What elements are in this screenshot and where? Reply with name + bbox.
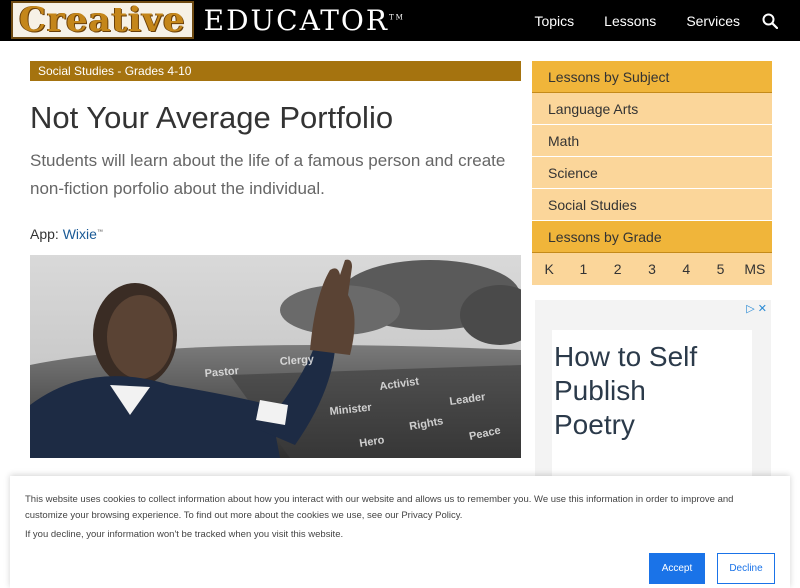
app-label: App:: [30, 226, 59, 242]
sidebar: Lessons by Subject Language Arts Math Sc…: [532, 61, 772, 285]
app-trademark: ™: [96, 229, 103, 236]
hero-photo: ActivistLeaderMinisterRightsPastorClergy…: [30, 255, 521, 458]
cookie-banner: This website uses cookies to collect inf…: [10, 476, 790, 588]
site-logo[interactable]: Creative EDUCATORTM: [11, 0, 405, 40]
grade-links: K 1 2 3 4 5 MS: [532, 253, 772, 285]
advertisement[interactable]: ▷ ✕ How to Self Publish Poetry: [535, 300, 771, 490]
logo-creative-text: Creative: [11, 1, 194, 39]
hero-image: Activist Leader Minister Rights Pastor Clergy…: [30, 255, 521, 458]
search-icon[interactable]: [762, 13, 778, 29]
app-line: App: Wixie™: [30, 226, 103, 242]
subject-social-studies[interactable]: Social Studies: [532, 189, 772, 221]
ad-choices-icon[interactable]: ▷ ✕: [746, 302, 767, 315]
subject-language-arts[interactable]: Language Arts: [532, 93, 772, 125]
logo-educator-text: EDUCATORTM: [204, 4, 405, 37]
cookie-message: This website uses cookies to collect inf…: [25, 494, 734, 521]
hero-word: Clergy: [279, 354, 315, 368]
grade-3[interactable]: 3: [635, 253, 669, 285]
logo-educator-word: EDUCATOR: [203, 3, 389, 37]
nav-services[interactable]: Services: [686, 13, 740, 29]
site-header: Creative EDUCATORTM Topics Lessons Servi…: [0, 0, 800, 41]
app-link-wixie[interactable]: Wixie: [63, 226, 97, 242]
grade-5[interactable]: 5: [703, 253, 737, 285]
grade-1[interactable]: 1: [566, 253, 600, 285]
decline-button[interactable]: Decline: [717, 553, 775, 584]
ad-title[interactable]: How to Self Publish Poetry: [554, 340, 724, 442]
nav-topics[interactable]: Topics: [534, 13, 574, 29]
accept-button[interactable]: Accept: [649, 553, 705, 584]
nav-lessons[interactable]: Lessons: [604, 13, 656, 29]
category-bar[interactable]: Social Studies - Grades 4-10: [30, 61, 521, 81]
page-title: Not Your Average Portfolio: [30, 100, 394, 135]
grade-ms[interactable]: MS: [738, 253, 772, 285]
grade-2[interactable]: 2: [601, 253, 635, 285]
lessons-by-subject-heading: Lessons by Subject: [532, 61, 772, 93]
lessons-by-grade-heading: Lessons by Grade: [532, 221, 772, 253]
subject-math[interactable]: Math: [532, 125, 772, 157]
subject-science[interactable]: Science: [532, 157, 772, 189]
main-nav: Topics Lessons Services: [534, 0, 778, 41]
lesson-summary: Students will learn about the life of a …: [30, 151, 506, 198]
grade-k[interactable]: K: [532, 253, 566, 285]
cookie-decline-note: If you decline, your information won't b…: [25, 529, 344, 540]
logo-trademark: TM: [388, 13, 405, 22]
grade-4[interactable]: 4: [669, 253, 703, 285]
